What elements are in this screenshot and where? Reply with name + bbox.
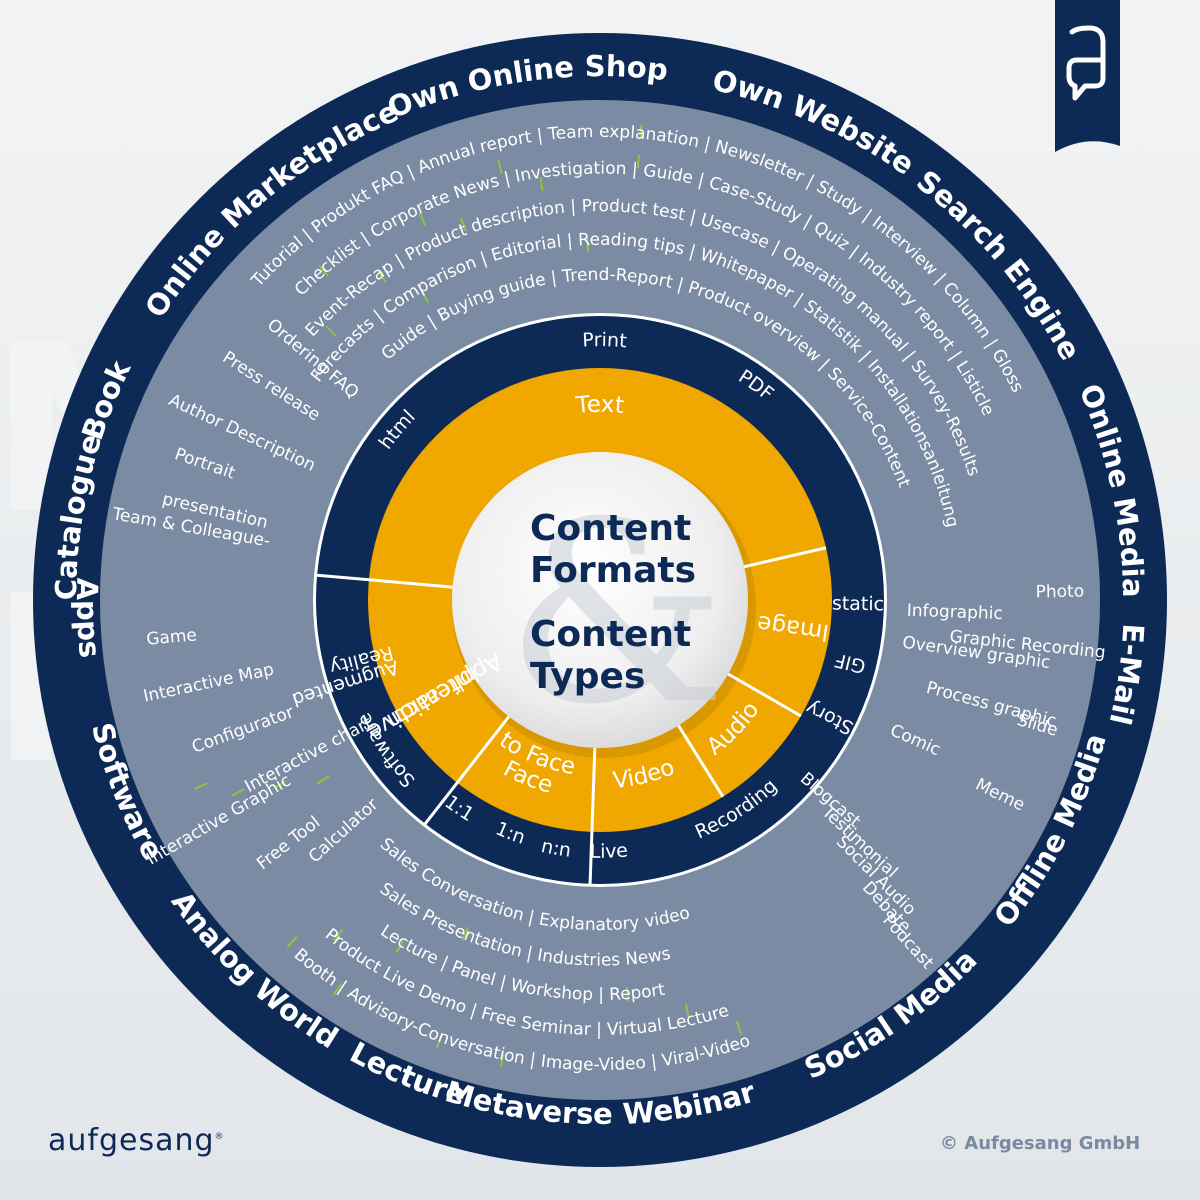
title-line-2: Formats xyxy=(530,550,696,591)
copyright-notice: © Aufgesang GmbH xyxy=(940,1133,1141,1154)
format-print: Print xyxy=(582,329,628,352)
channel-apps: Apps xyxy=(70,578,107,660)
image-format-photo: Photo xyxy=(1035,582,1084,603)
title-line-1: Content xyxy=(530,508,691,549)
bookmark-shape xyxy=(1055,0,1120,152)
aufgesang-logo: aufgesang® xyxy=(48,1123,225,1158)
title-line-4: Types xyxy=(530,656,645,697)
format-static: static xyxy=(832,593,885,616)
title-line-3: Content xyxy=(530,614,691,655)
type-text: Text xyxy=(574,392,625,420)
image-format-infographic: Infographic xyxy=(906,601,1003,624)
content-formats-wheel: M M CatalogueBookOnline MarketplaceOwn O… xyxy=(0,33,1167,1167)
registered-mark: ® xyxy=(214,1132,225,1142)
format-live: Live xyxy=(590,839,629,862)
brand-bookmark xyxy=(1055,0,1120,152)
logo-wordmark: aufgesang xyxy=(48,1123,215,1158)
